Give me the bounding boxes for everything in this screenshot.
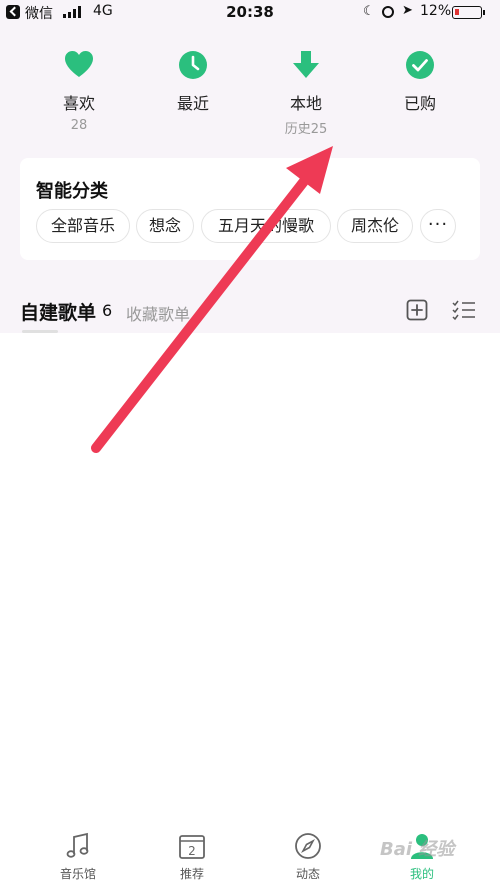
quick-label-local: 本地 bbox=[289, 94, 322, 113]
playlist-tabs: 自建歌单 6 收藏歌单 bbox=[20, 296, 480, 336]
nav-label: 我的 bbox=[409, 867, 434, 881]
quick-label-recent: 最近 bbox=[176, 94, 209, 113]
download-icon bbox=[293, 51, 319, 78]
music-note-icon bbox=[66, 832, 89, 858]
calendar-day: 2 bbox=[188, 844, 196, 858]
nav-label: 推荐 bbox=[179, 867, 204, 881]
smart-category-card: 智能分类 全部音乐 想念 五月天的慢歌 周杰伦 ··· bbox=[20, 158, 480, 260]
quick-count-likes: 28 bbox=[70, 118, 88, 133]
heart-icon bbox=[65, 51, 93, 77]
location-icon: ➤ bbox=[402, 3, 413, 18]
manage-list-icon[interactable] bbox=[452, 299, 476, 321]
quick-label-likes: 喜欢 bbox=[62, 94, 95, 113]
category-chip[interactable]: 周杰伦 bbox=[337, 209, 413, 243]
more-categories-button[interactable]: ··· bbox=[420, 209, 456, 243]
clock-icon bbox=[179, 51, 207, 79]
status-bar: 微信 4G 20:38 ☾ ➤ 12% bbox=[0, 0, 500, 26]
nav-recommend[interactable]: 2 推荐 bbox=[152, 832, 232, 882]
compass-icon bbox=[295, 833, 321, 859]
quick-item-purchased[interactable]: 已购 bbox=[365, 50, 475, 118]
nav-feed[interactable]: 动态 bbox=[268, 832, 348, 882]
quick-count-local: 历史25 bbox=[284, 122, 328, 137]
smart-category-title: 智能分类 bbox=[36, 181, 108, 202]
moon-icon: ☾ bbox=[363, 4, 375, 19]
check-circle-icon bbox=[406, 51, 434, 79]
category-chip[interactable]: 五月天的慢歌 bbox=[201, 209, 331, 243]
quick-access-row: 喜欢 28 最近 本地 历史25 已购 bbox=[0, 50, 500, 140]
nav-music-hall[interactable]: 音乐馆 bbox=[38, 832, 118, 882]
add-playlist-icon[interactable] bbox=[406, 299, 428, 321]
quick-item-likes[interactable]: 喜欢 28 bbox=[24, 50, 134, 133]
nav-label: 音乐馆 bbox=[59, 867, 96, 881]
tab-indicator bbox=[22, 330, 58, 333]
tab-own-playlists[interactable]: 自建歌单 bbox=[20, 298, 96, 325]
quick-label-purchased: 已购 bbox=[403, 94, 436, 113]
quick-item-recent[interactable]: 最近 bbox=[138, 50, 248, 118]
battery-percent: 12% bbox=[420, 3, 452, 19]
own-playlist-count: 6 bbox=[102, 301, 113, 320]
calendar-icon: 2 bbox=[179, 835, 205, 859]
category-chip[interactable]: 想念 bbox=[136, 209, 194, 243]
watermark: Bai 经验 bbox=[380, 839, 455, 860]
tab-collected-playlists[interactable]: 收藏歌单 bbox=[126, 301, 190, 325]
battery-icon bbox=[452, 6, 485, 19]
quick-item-local[interactable]: 本地 历史25 bbox=[251, 50, 361, 137]
category-chip[interactable]: 全部音乐 bbox=[36, 209, 130, 243]
rotation-lock-icon bbox=[382, 6, 394, 18]
nav-label: 动态 bbox=[295, 867, 320, 881]
